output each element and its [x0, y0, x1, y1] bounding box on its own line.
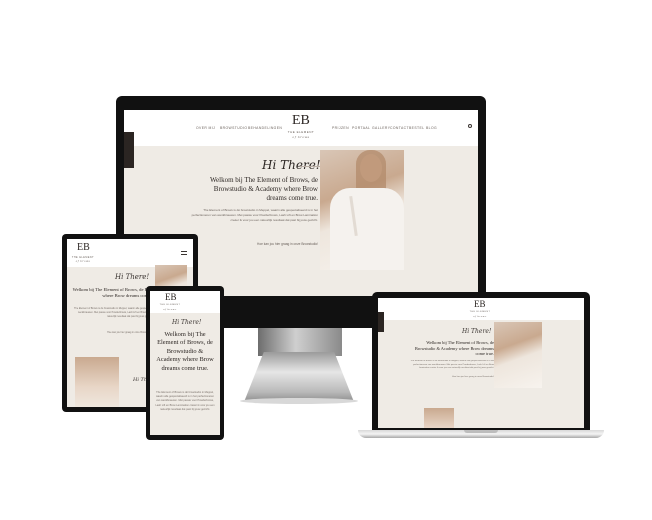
tablet-logo-subtext: of brows	[75, 260, 91, 263]
tablet-logo-text: THE ELEMENT	[71, 256, 95, 259]
nav-item-over-mij[interactable]: OVER MIJ	[196, 126, 215, 130]
logo-mark[interactable]: EB	[292, 114, 310, 128]
hero-photo	[320, 150, 404, 270]
nav-item-contact[interactable]: CONTACT	[390, 126, 409, 130]
nav-item-portaal[interactable]: PORTAAL	[352, 126, 370, 130]
phone-logo-subtext: of brows	[163, 308, 177, 311]
hero-heading: Welkom bij The Element of Brows, de Brow…	[210, 176, 318, 202]
phone-logo-text: THE ELEMENT	[159, 304, 181, 306]
monitor-stand-base	[244, 352, 354, 402]
phone-screen: EB THE ELEMENT of brows Hi There! Welkom…	[150, 291, 220, 435]
phone-header: EB THE ELEMENT of brows	[150, 291, 220, 313]
portrait-coat	[330, 188, 404, 270]
laptop-hero-heading: Welkom bij The Element of Brows, de Brow…	[414, 340, 494, 357]
phone-hero-heading: Welkom bij The Element of Brows, de Brow…	[156, 331, 214, 372]
laptop-logo-text: THE ELEMENT	[469, 311, 491, 313]
nav-item-gallery[interactable]: GALLERY	[372, 126, 390, 130]
laptop-notch	[464, 430, 498, 433]
laptop-hero-photo	[494, 322, 542, 388]
nav-item-prijzen[interactable]: PRIJZEN	[332, 126, 349, 130]
tablet-menu-icon[interactable]	[181, 251, 187, 255]
nav-item-behandelingen[interactable]: BEHANDELINGEN	[248, 126, 282, 130]
phone-hero-greeting: Hi There!	[172, 319, 202, 326]
tablet-hero-greeting: Hi There!	[115, 273, 150, 281]
nav-item-bestel[interactable]: BESTEL	[409, 126, 424, 130]
laptop-hero-signoff: Hoe kan jou hier graag in onze Browstudi…	[452, 376, 494, 378]
portrait-hair	[356, 150, 386, 190]
logo-subtext: of brows	[292, 135, 310, 139]
laptop: EB THE ELEMENT of brows Hi There! Welkom…	[372, 292, 590, 432]
laptop-about-photo	[424, 408, 454, 428]
laptop-logo-mark[interactable]: EB	[474, 300, 486, 309]
laptop-logo-subtext: of brows	[473, 315, 487, 318]
laptop-side-social-bar	[378, 312, 384, 332]
hero-signoff: Hoe kan jou hier graag in onze Browstudi…	[257, 242, 318, 246]
laptop-hero-body: The Element of Brows is dé browstudio in…	[410, 360, 494, 370]
hero-body: The Element of Brows is dé browstudio in…	[191, 208, 318, 222]
side-social-bar	[124, 132, 134, 168]
desktop-header: OVER MIJ BROWSTUDIO BEHANDELINGEN EB THE…	[124, 110, 478, 146]
phone: EB THE ELEMENT of brows Hi There! Welkom…	[146, 286, 224, 440]
laptop-hero-greeting: Hi There!	[462, 328, 492, 335]
nav-item-blog[interactable]: BLOG	[426, 126, 437, 130]
search-icon[interactable]	[468, 124, 472, 128]
tablet-logo-mark[interactable]: EB	[77, 243, 90, 253]
monitor-stand-shadow	[240, 398, 358, 404]
hero-greeting: Hi There!	[262, 158, 321, 172]
nav-item-browstudio[interactable]: BROWSTUDIO	[220, 126, 247, 130]
phone-logo-mark[interactable]: EB	[165, 293, 177, 302]
phone-hero-body: The Element of Brows is dé browstudio in…	[155, 391, 215, 411]
tablet-about-photo	[75, 357, 119, 407]
laptop-screen: EB THE ELEMENT of brows Hi There! Welkom…	[378, 298, 584, 428]
laptop-header: EB THE ELEMENT of brows	[378, 298, 584, 320]
tablet-header: EB THE ELEMENT of brows	[67, 239, 193, 267]
logo-text: THE ELEMENT	[287, 130, 315, 134]
